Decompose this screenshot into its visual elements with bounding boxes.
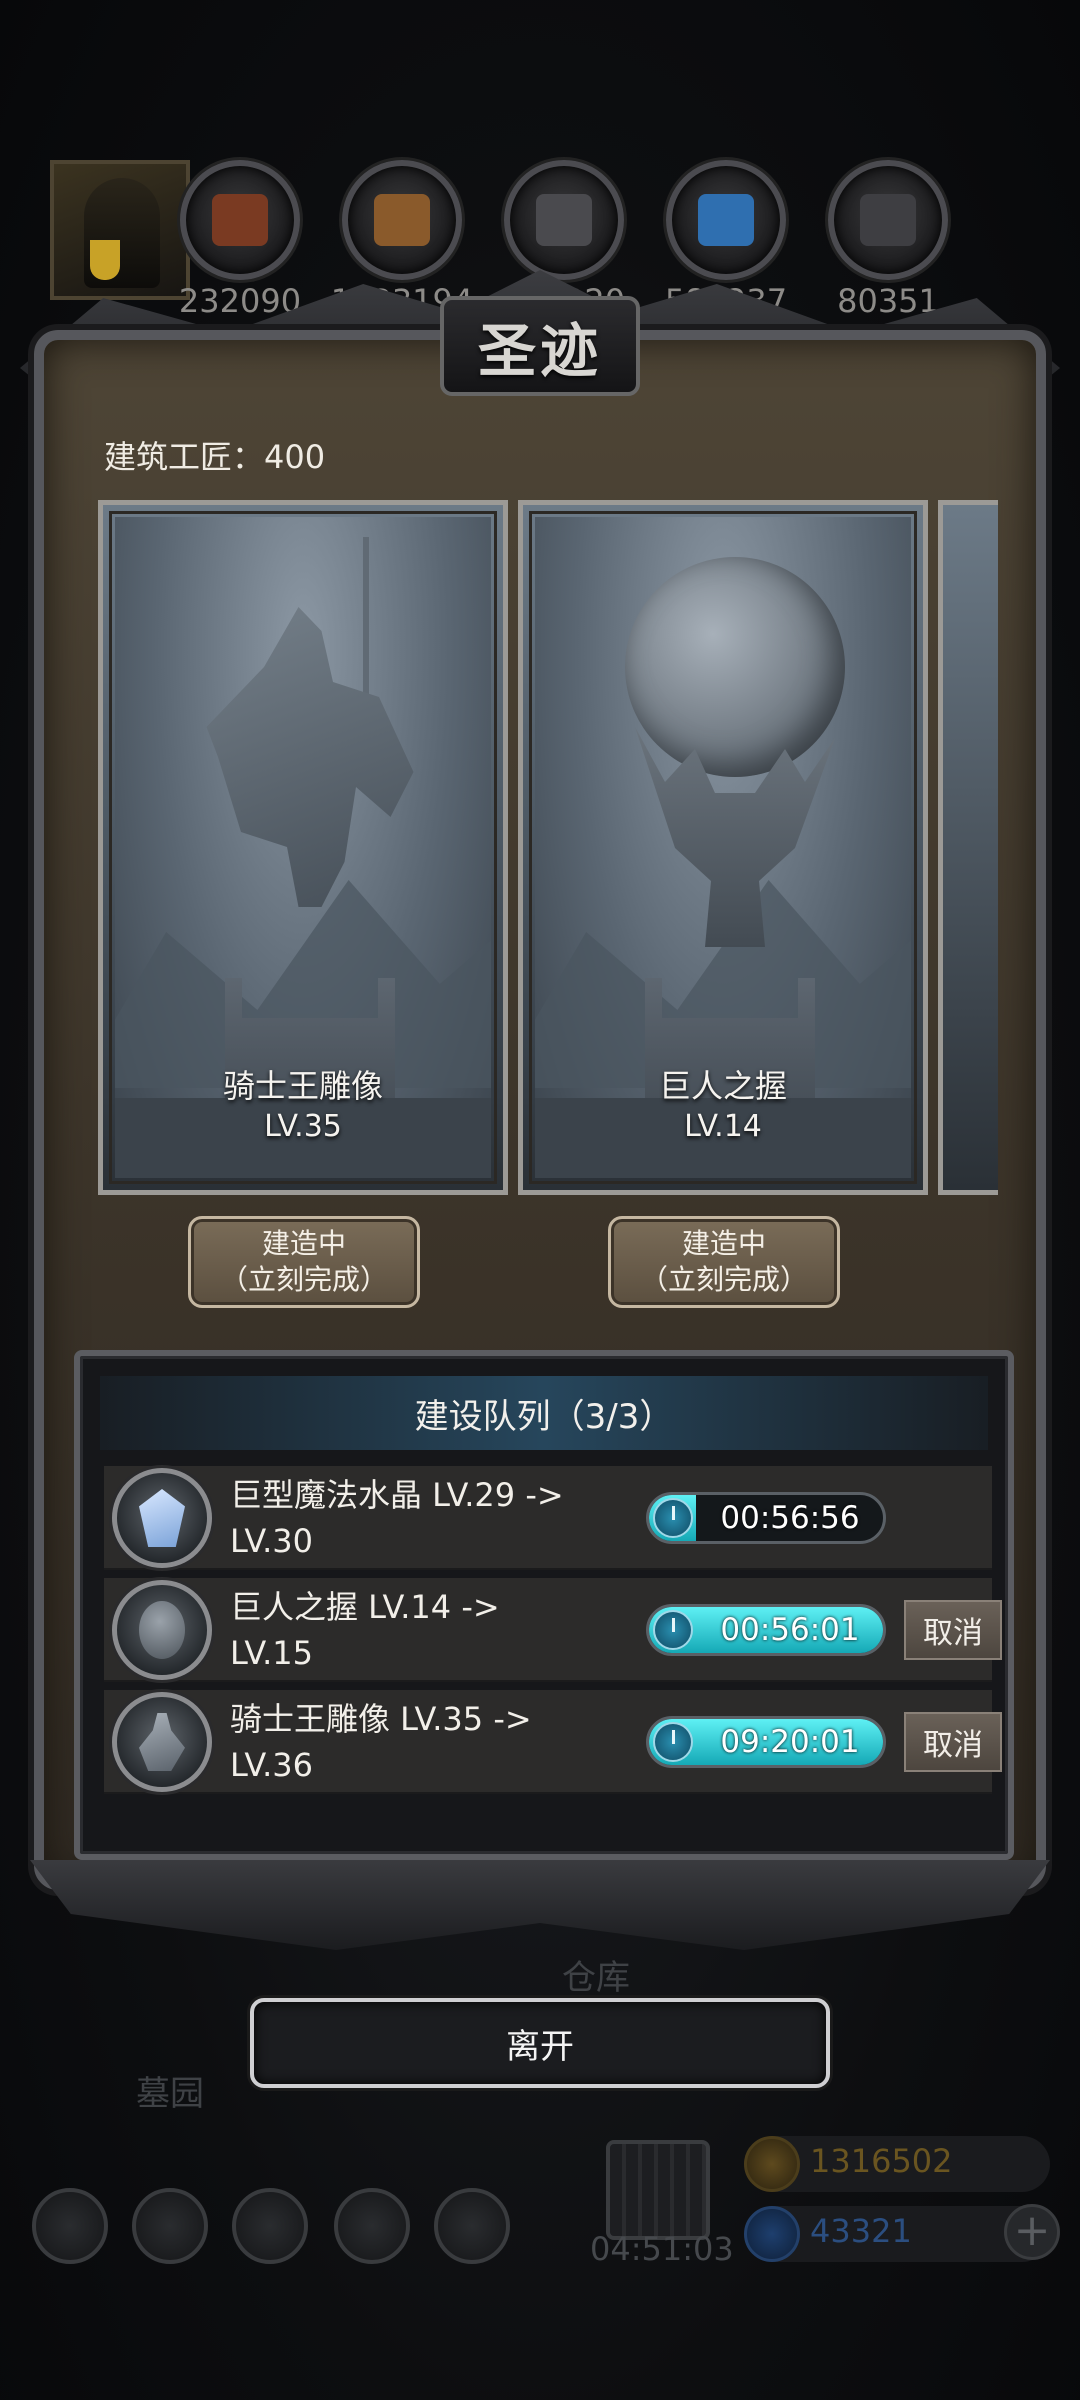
queue-header: 建设队列（3/3）	[100, 1376, 988, 1450]
meat-icon	[212, 194, 268, 246]
gem-value: 43321	[810, 2212, 912, 2250]
gem-icon	[744, 2206, 800, 2262]
mail-icon[interactable]	[334, 2188, 410, 2264]
knight-statue-icon	[112, 1692, 212, 1792]
monument-card-giant-grip[interactable]: 巨人之握 LV.14	[518, 500, 928, 1195]
resource-slot[interactable]	[504, 160, 624, 280]
monument-level: LV.35	[264, 1109, 342, 1144]
build-timer: 00:56:56	[646, 1492, 886, 1544]
settings-icon[interactable]	[32, 2188, 108, 2264]
clock-icon	[653, 1498, 693, 1538]
stone-icon	[860, 194, 916, 246]
queue-item-text: 巨型魔法水晶 LV.29 -> LV.30	[230, 1475, 564, 1560]
game-screen: 仓库 墓园 04:51:03 1316502 43321 + 232090143…	[0, 0, 1080, 2400]
queue-item-text: 巨人之握 LV.14 -> LV.15	[230, 1587, 500, 1672]
monument-level: LV.14	[684, 1109, 762, 1144]
panel-title: 圣迹	[477, 317, 602, 385]
monument-card-next[interactable]	[938, 500, 998, 1195]
finish-now-label: （立刻完成）	[219, 1263, 388, 1296]
clock-icon	[653, 1722, 693, 1762]
build-timer: 09:20:01	[646, 1716, 886, 1768]
panel-bottom-ornament	[30, 1860, 1050, 1950]
shop-icon[interactable]	[434, 2188, 510, 2264]
resource-slot[interactable]	[828, 160, 948, 280]
gift-box-icon[interactable]	[606, 2140, 710, 2240]
timer-text: 09:20:01	[720, 1724, 860, 1760]
queue-title: 建设队列（3/3）	[414, 1396, 674, 1437]
queue-icon-glyph	[139, 1713, 185, 1771]
monument-name: 骑士王雕像	[222, 1067, 383, 1105]
wood-icon	[374, 194, 430, 246]
cancel-button[interactable]: 取消	[904, 1712, 1002, 1772]
queue-row: 骑士王雕像 LV.35 -> LV.36 09:20:01 取消	[104, 1690, 1002, 1794]
iron-icon	[536, 194, 592, 246]
resource-slot[interactable]	[666, 160, 786, 280]
monument-card-knight-king[interactable]: 骑士王雕像 LV.35	[98, 500, 508, 1195]
timer-text: 00:56:01	[720, 1612, 860, 1648]
gift-timer: 04:51:03	[590, 2230, 734, 2268]
finish-now-button-knight-king[interactable]: 建造中 （立刻完成）	[188, 1216, 420, 1308]
queue-icon-glyph	[139, 1601, 185, 1659]
achievement-icon[interactable]	[132, 2188, 208, 2264]
queue-item-text: 骑士王雕像 LV.35 -> LV.36	[230, 1699, 532, 1784]
gold-coin-icon	[744, 2136, 800, 2192]
graveyard-label[interactable]: 墓园	[136, 2066, 204, 2115]
builder-count: 建筑工匠：400	[104, 438, 326, 476]
timer-text: 00:56:56	[720, 1500, 860, 1536]
finish-now-button-giant-grip[interactable]: 建造中 （立刻完成）	[608, 1216, 840, 1308]
gold-value: 1316502	[810, 2142, 953, 2180]
build-queue: 建设队列（3/3） 巨型魔法水晶 LV.29 -> LV.30 00:56:56 巨…	[74, 1350, 1014, 1860]
resource-slot[interactable]	[180, 160, 300, 280]
queue-row: 巨人之握 LV.14 -> LV.15 00:56:01 取消	[104, 1578, 1002, 1682]
queue-icon-glyph	[139, 1489, 185, 1547]
clock-icon	[653, 1610, 693, 1650]
resource-slot[interactable]	[342, 160, 462, 280]
player-avatar[interactable]	[50, 160, 190, 300]
rank-icon[interactable]	[232, 2188, 308, 2264]
build-status: 建造中	[261, 1226, 346, 1260]
giant-grip-icon	[112, 1580, 212, 1680]
crystal-icon	[698, 194, 754, 246]
crystal-icon	[112, 1468, 212, 1568]
build-status: 建造中	[681, 1226, 766, 1260]
trophy-icon	[90, 240, 120, 280]
finish-now-label: （立刻完成）	[639, 1263, 808, 1296]
warehouse-label[interactable]: 仓库	[562, 1950, 630, 1999]
cancel-button[interactable]: 取消	[904, 1600, 1002, 1660]
monument-name: 巨人之握	[658, 1067, 787, 1105]
build-timer: 00:56:01	[646, 1604, 886, 1656]
add-gems-button[interactable]: +	[1004, 2204, 1060, 2260]
leave-button[interactable]: 离开	[250, 1998, 830, 2088]
queue-row: 巨型魔法水晶 LV.29 -> LV.30 00:56:56	[104, 1466, 992, 1570]
title-plate: 圣迹	[440, 296, 640, 396]
